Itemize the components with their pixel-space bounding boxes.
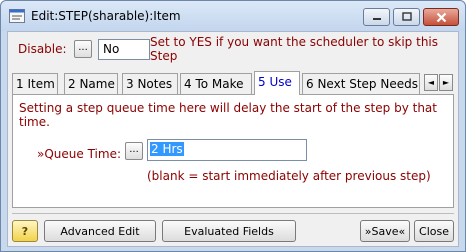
disable-help-text: Set to YES if you want the scheduler to … (150, 35, 439, 63)
close-icon (436, 12, 446, 22)
tab-name[interactable]: 2 Name (64, 73, 118, 94)
disable-label: Disable: (18, 42, 67, 56)
close-button[interactable]: Close (414, 220, 454, 242)
edit-window: Edit:STEP(sharable):Item Disable: ... No… (0, 0, 466, 252)
title-bar[interactable]: Edit:STEP(sharable):Item (1, 1, 465, 31)
queue-time-label: »Queue Time: (37, 147, 121, 161)
use-tab-panel: Setting a step queue time here will dela… (12, 94, 454, 208)
advanced-edit-button[interactable]: Advanced Edit (44, 220, 156, 242)
help-icon: ? (21, 224, 29, 238)
minimize-button[interactable] (363, 8, 390, 26)
dialog-body: Disable: ... No Set to YES if you want t… (7, 31, 459, 247)
queue-time-picker-button[interactable]: ... (125, 142, 143, 160)
maximize-button[interactable] (393, 8, 420, 26)
disable-field[interactable]: No (98, 39, 150, 60)
tab-notes[interactable]: 3 Notes (122, 73, 178, 94)
window-close-button[interactable] (423, 8, 459, 26)
queue-time-hint: (blank = start immediately after previou… (147, 169, 431, 183)
tab-to-make[interactable]: 4 To Make (180, 73, 252, 94)
queue-time-value: 2 Hrs (150, 142, 184, 156)
queue-time-input[interactable]: 2 Hrs (147, 139, 307, 161)
edit-form-icon (9, 9, 25, 23)
maximize-icon (401, 12, 412, 21)
tab-strip: 1 Item 2 Name 3 Notes 4 To Make 5 Use 6 … (12, 71, 454, 95)
tab-scroll-right-button[interactable]: ► (439, 74, 453, 91)
window-title: Edit:STEP(sharable):Item (31, 9, 181, 23)
tab-item[interactable]: 1 Item (12, 73, 58, 94)
minimize-icon (372, 18, 381, 20)
tab-scroll-left-button[interactable]: ◄ (424, 74, 438, 91)
help-button[interactable]: ? (12, 220, 38, 242)
tab-next-step-needs[interactable]: 6 Next Step Needs (302, 73, 420, 94)
evaluated-fields-button[interactable]: Evaluated Fields (162, 220, 296, 242)
tab-use[interactable]: 5 Use (254, 71, 300, 95)
save-button[interactable]: »Save« (360, 220, 410, 242)
button-bar-divider (12, 213, 454, 214)
queue-time-info: Setting a step queue time here will dela… (19, 101, 437, 129)
disable-picker-button[interactable]: ... (74, 40, 92, 58)
